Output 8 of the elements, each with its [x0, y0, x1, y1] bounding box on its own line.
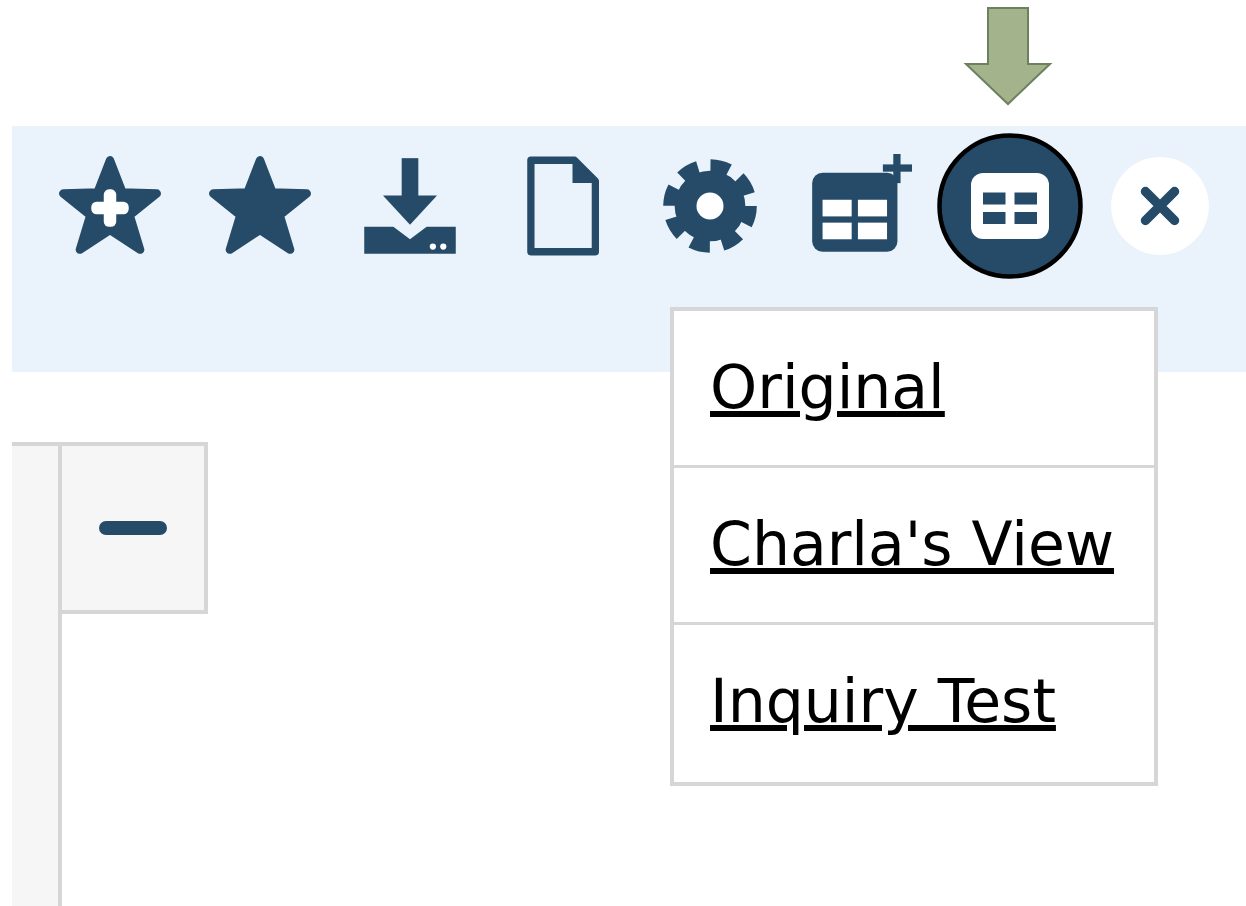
menu-item[interactable]: Original [674, 311, 1154, 468]
collapse-button[interactable] [62, 442, 208, 614]
toolbar-button[interactable] [935, 131, 1085, 281]
close-icon [1108, 154, 1212, 258]
menu-item[interactable]: Charla's View [674, 468, 1154, 625]
minus-icon [99, 521, 167, 535]
arrow-icon [963, 6, 1053, 106]
menu-item[interactable]: Inquiry Test [674, 625, 1154, 782]
